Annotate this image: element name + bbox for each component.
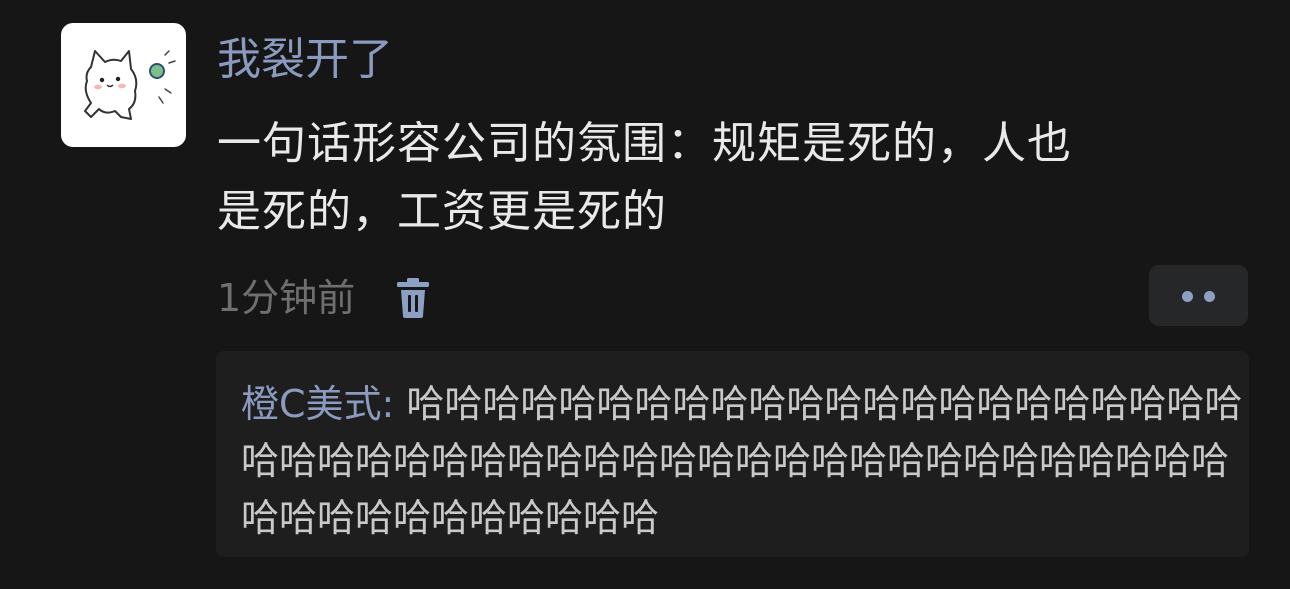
comment: 橙C美式: 哈哈哈哈哈哈哈哈哈哈哈哈哈哈哈哈哈哈哈哈哈哈哈哈哈哈哈哈哈哈哈哈哈哈… [241,376,1251,547]
comment-author[interactable]: 橙C美式: [241,382,394,426]
more-dots-icon [1204,291,1215,302]
delete-button[interactable] [393,276,433,320]
more-button[interactable] [1149,265,1248,326]
avatar[interactable] [61,23,186,147]
username[interactable]: 我裂开了 [217,30,393,90]
more-dots-icon [1182,291,1193,302]
post-content-line: 是死的，工资更是死的 [217,186,667,237]
post-timestamp: 1分钟前 [217,276,356,320]
trash-icon [397,278,429,318]
post-content-line: 一句话形容公司的氛围：规矩是死的，人也 [217,118,1072,169]
comment-box: 橙C美式: 哈哈哈哈哈哈哈哈哈哈哈哈哈哈哈哈哈哈哈哈哈哈哈哈哈哈哈哈哈哈哈哈哈哈… [216,351,1249,557]
cartoon-cat-avatar-icon [84,50,176,120]
post-content: 一句话形容公司的氛围：规矩是死的，人也 是死的，工资更是死的 [217,110,1257,246]
